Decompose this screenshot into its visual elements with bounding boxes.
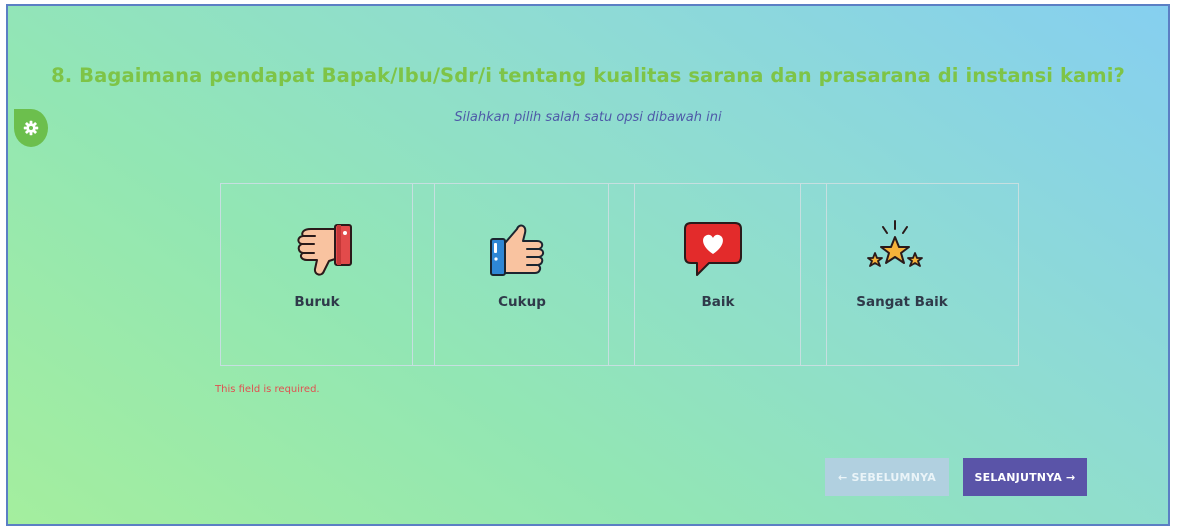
next-button[interactable]: SELANJUTNYA →	[963, 458, 1087, 496]
thumbs-down-icon	[297, 224, 352, 276]
option-divider	[413, 184, 435, 365]
option-sangat-baik[interactable]: Sangat Baik	[827, 184, 1018, 365]
validation-error: This field is required.	[215, 384, 320, 395]
heart-message-icon	[684, 222, 742, 276]
stars-icon	[867, 220, 923, 267]
survey-page: 8. Bagaimana pendapat Bapak/Ibu/Sdr/i te…	[6, 4, 1170, 526]
option-label: Sangat Baik	[856, 294, 948, 310]
rating-options: Buruk Cukup Baik Sangat Baik	[220, 183, 1019, 366]
option-label: Baik	[701, 294, 735, 310]
option-label: Cukup	[498, 294, 546, 310]
option-buruk[interactable]: Buruk	[221, 184, 413, 365]
option-baik[interactable]: Baik	[635, 184, 801, 365]
option-label: Buruk	[294, 294, 340, 310]
question-title: 8. Bagaimana pendapat Bapak/Ibu/Sdr/i te…	[51, 64, 1125, 87]
thumbs-up-icon	[490, 224, 545, 276]
option-cukup[interactable]: Cukup	[435, 184, 609, 365]
question-subtitle: Silahkan pilih salah satu opsi dibawah i…	[454, 110, 722, 125]
previous-button[interactable]: ← SEBELUMNYA	[825, 458, 949, 496]
option-divider	[609, 184, 635, 365]
option-divider	[801, 184, 827, 365]
